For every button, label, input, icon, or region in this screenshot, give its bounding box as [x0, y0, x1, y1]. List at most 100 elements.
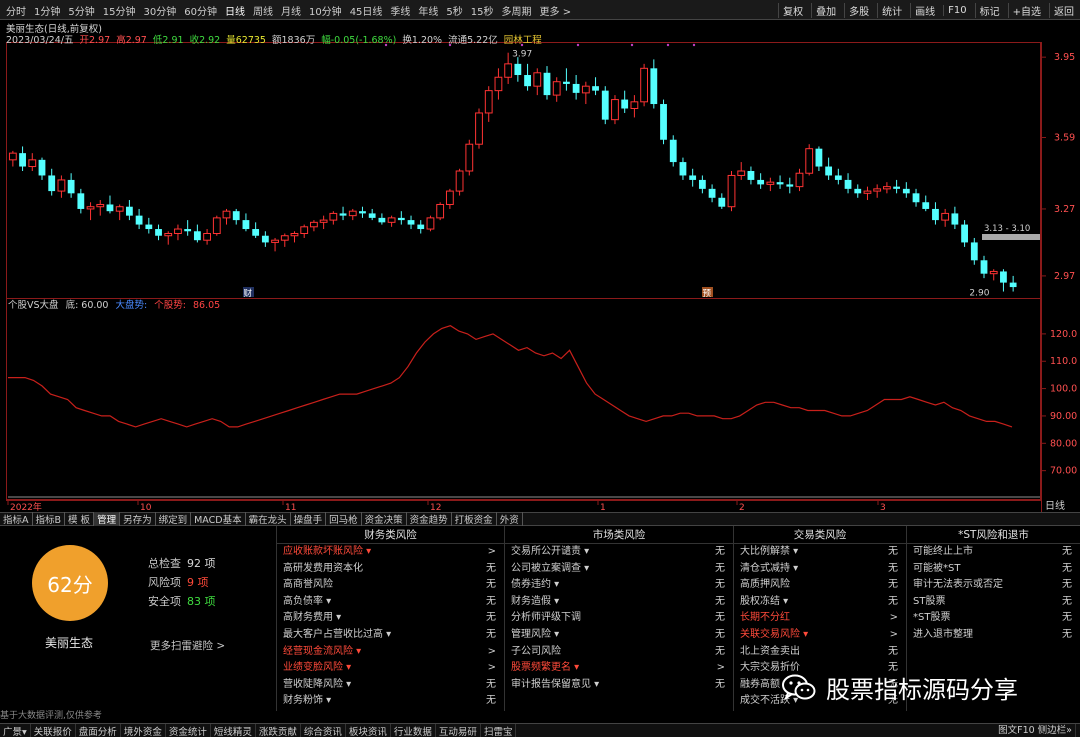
status-tab-0[interactable]: 广景▾ [0, 723, 31, 737]
risk-item[interactable]: 高质押风险 无 [734, 577, 906, 594]
tool-button-8[interactable]: 返回 [1049, 2, 1078, 18]
risk-item[interactable]: 子公司风险 无 [505, 644, 733, 661]
more-risk-scan-link[interactable]: 更多扫雷避险 > [150, 638, 225, 653]
status-tab-5[interactable]: 短线精灵 [211, 723, 256, 737]
period-tab-10[interactable]: 45日线 [350, 3, 383, 18]
period-tab-6[interactable]: 日线 [225, 3, 245, 18]
risk-item[interactable]: 可能终止上市 无 [907, 544, 1080, 561]
indicator-tab-10[interactable]: 资金决策 [362, 512, 407, 526]
risk-item[interactable]: 交易所公开谴责 ▾ 无 [505, 544, 733, 561]
tool-button-7[interactable]: +自选 [1007, 2, 1045, 18]
period-tab-7[interactable]: 周线 [253, 3, 273, 18]
risk-item-label: 子公司风险 [511, 645, 561, 657]
event-marker-0[interactable]: 财 [244, 288, 253, 299]
tool-button-2[interactable]: 多股 [844, 2, 873, 18]
risk-item-label: 股权冻结 ▾ [740, 595, 789, 607]
risk-item[interactable]: 审计无法表示或否定 无 [907, 577, 1080, 594]
risk-item[interactable]: 经营现金流风险 ▾ > [277, 644, 504, 661]
risk-item-value: 无 [715, 579, 725, 591]
period-tab-2[interactable]: 5分钟 [68, 3, 94, 18]
risk-item[interactable]: 财务粉饰 ▾ 无 [277, 693, 504, 710]
risk-item[interactable]: 财务造假 ▾ 无 [505, 594, 733, 611]
risk-item[interactable]: 股票频繁更名 ▾ > [505, 660, 733, 677]
period-tab-8[interactable]: 月线 [281, 3, 301, 18]
candle-body [1009, 282, 1017, 288]
tool-button-4[interactable]: 画线 [910, 2, 939, 18]
risk-item[interactable]: 管理风险 ▾ 无 [505, 627, 733, 644]
period-tab-15[interactable]: 多周期 [502, 3, 532, 18]
period-tab-1[interactable]: 1分钟 [34, 3, 60, 18]
period-tab-13[interactable]: 5秒 [446, 3, 462, 18]
period-tab-12[interactable]: 年线 [418, 3, 438, 18]
indicator-tab-5[interactable]: 绑定到 [156, 512, 192, 526]
indicator-tab-6[interactable]: MACD基本 [191, 512, 246, 526]
status-tab-2[interactable]: 盘面分析 [76, 723, 121, 737]
tool-button-5[interactable]: F10 [943, 4, 970, 16]
candle-body [844, 179, 852, 189]
chart-area[interactable]: 3.95 3.59 3.27 2.97 3.97 2.90 3.13 - 3.10 财 预 1… [0, 0, 1080, 512]
period-tab-5[interactable]: 60分钟 [184, 3, 217, 18]
risk-item[interactable]: 北上资金卖出 无 [734, 644, 906, 661]
period-tab-0[interactable]: 分时 [6, 3, 26, 18]
event-marker-1[interactable]: 预 [703, 288, 712, 299]
risk-item[interactable]: 高研发费用资本化 无 [277, 561, 504, 578]
status-tab-11[interactable]: 扫雷宝 [481, 723, 517, 737]
status-tab-9[interactable]: 行业数据 [391, 723, 436, 737]
indicator-tab-7[interactable]: 霸在龙头 [246, 512, 291, 526]
risk-item[interactable]: 应收账款坏账风险 ▾ > [277, 544, 504, 561]
tool-button-3[interactable]: 统计 [877, 2, 906, 18]
risk-item[interactable]: 股权冻结 ▾ 无 [734, 594, 906, 611]
quote-industry[interactable]: 园林工程 [504, 35, 542, 46]
period-tab-11[interactable]: 季线 [390, 3, 410, 18]
risk-item[interactable]: 清仓式减持 ▾ 无 [734, 561, 906, 578]
risk-item-value: 无 [888, 579, 898, 591]
period-tab-9[interactable]: 10分钟 [309, 3, 342, 18]
status-tab-6[interactable]: 涨跌贡献 [256, 723, 301, 737]
risk-item[interactable]: 债券违约 ▾ 无 [505, 577, 733, 594]
tool-button-1[interactable]: 叠加 [811, 2, 840, 18]
risk-item[interactable]: *ST股票 无 [907, 610, 1080, 627]
indicator-tab-3[interactable]: 管理 [94, 512, 121, 526]
risk-item[interactable]: 最大客户占营收比过高 ▾ 无 [277, 627, 504, 644]
risk-item[interactable]: 审计报告保留意见 ▾ 无 [505, 677, 733, 694]
period-tab-3[interactable]: 15分钟 [103, 3, 136, 18]
indicator-tab-11[interactable]: 资金趋势 [407, 512, 452, 526]
status-tab-7[interactable]: 综合资讯 [301, 723, 346, 737]
indicator-tab-13[interactable]: 外资 [497, 512, 523, 526]
risk-item[interactable]: 大比例解禁 ▾ 无 [734, 544, 906, 561]
tool-button-0[interactable]: 复权 [778, 2, 807, 18]
period-tab-4[interactable]: 30分钟 [143, 3, 176, 18]
risk-item[interactable]: 长期不分红 > [734, 610, 906, 627]
status-tab-4[interactable]: 资金统计 [166, 723, 211, 737]
indicator-tab-12[interactable]: 打板资金 [452, 512, 497, 526]
indicator-tab-9[interactable]: 回马枪 [326, 512, 362, 526]
risk-item[interactable]: 可能被*ST 无 [907, 561, 1080, 578]
risk-item[interactable]: 进入退市整理 无 [907, 627, 1080, 644]
candle-body [300, 226, 309, 235]
status-tab-1[interactable]: 关联报价 [31, 723, 76, 737]
indicator-tab-1[interactable]: 指标B [33, 512, 66, 526]
risk-item[interactable]: 分析师评级下调 无 [505, 610, 733, 627]
status-tab-3[interactable]: 境外资金 [121, 723, 166, 737]
sidebar-toggle[interactable]: 图文F10 侧边栏» [995, 724, 1076, 737]
risk-item[interactable]: 关联交易风险 ▾ > [734, 627, 906, 644]
indicator-tab-0[interactable]: 指标A [0, 512, 33, 526]
range-bar [982, 234, 1040, 240]
risk-item[interactable]: 高负债率 ▾ 无 [277, 594, 504, 611]
date-period-label[interactable]: 日线 [1045, 499, 1065, 512]
period-tab-16[interactable]: 更多 > [540, 3, 572, 18]
risk-item[interactable]: 公司被立案调查 ▾ 无 [505, 561, 733, 578]
tool-button-6[interactable]: 标记 [974, 2, 1004, 18]
risk-item[interactable]: 高商誉风险 无 [277, 577, 504, 594]
risk-item[interactable]: ST股票 无 [907, 594, 1080, 611]
status-tab-10[interactable]: 互动易研 [436, 723, 481, 737]
risk-item[interactable]: 高财务费用 ▾ 无 [277, 610, 504, 627]
indicator-tab-4[interactable]: 另存为 [120, 512, 156, 526]
risk-item[interactable]: 营收陡降风险 ▾ 无 [277, 677, 504, 694]
indicator-tab-2[interactable]: 模 板 [65, 512, 95, 526]
risk-item[interactable]: 业绩变脸风险 ▾ > [277, 660, 504, 677]
period-tab-14[interactable]: 15秒 [471, 3, 494, 18]
risk-item-label: 审计报告保留意见 ▾ [511, 678, 600, 690]
indicator-tab-8[interactable]: 操盘手 [291, 512, 327, 526]
status-tab-8[interactable]: 板块资讯 [346, 723, 391, 737]
